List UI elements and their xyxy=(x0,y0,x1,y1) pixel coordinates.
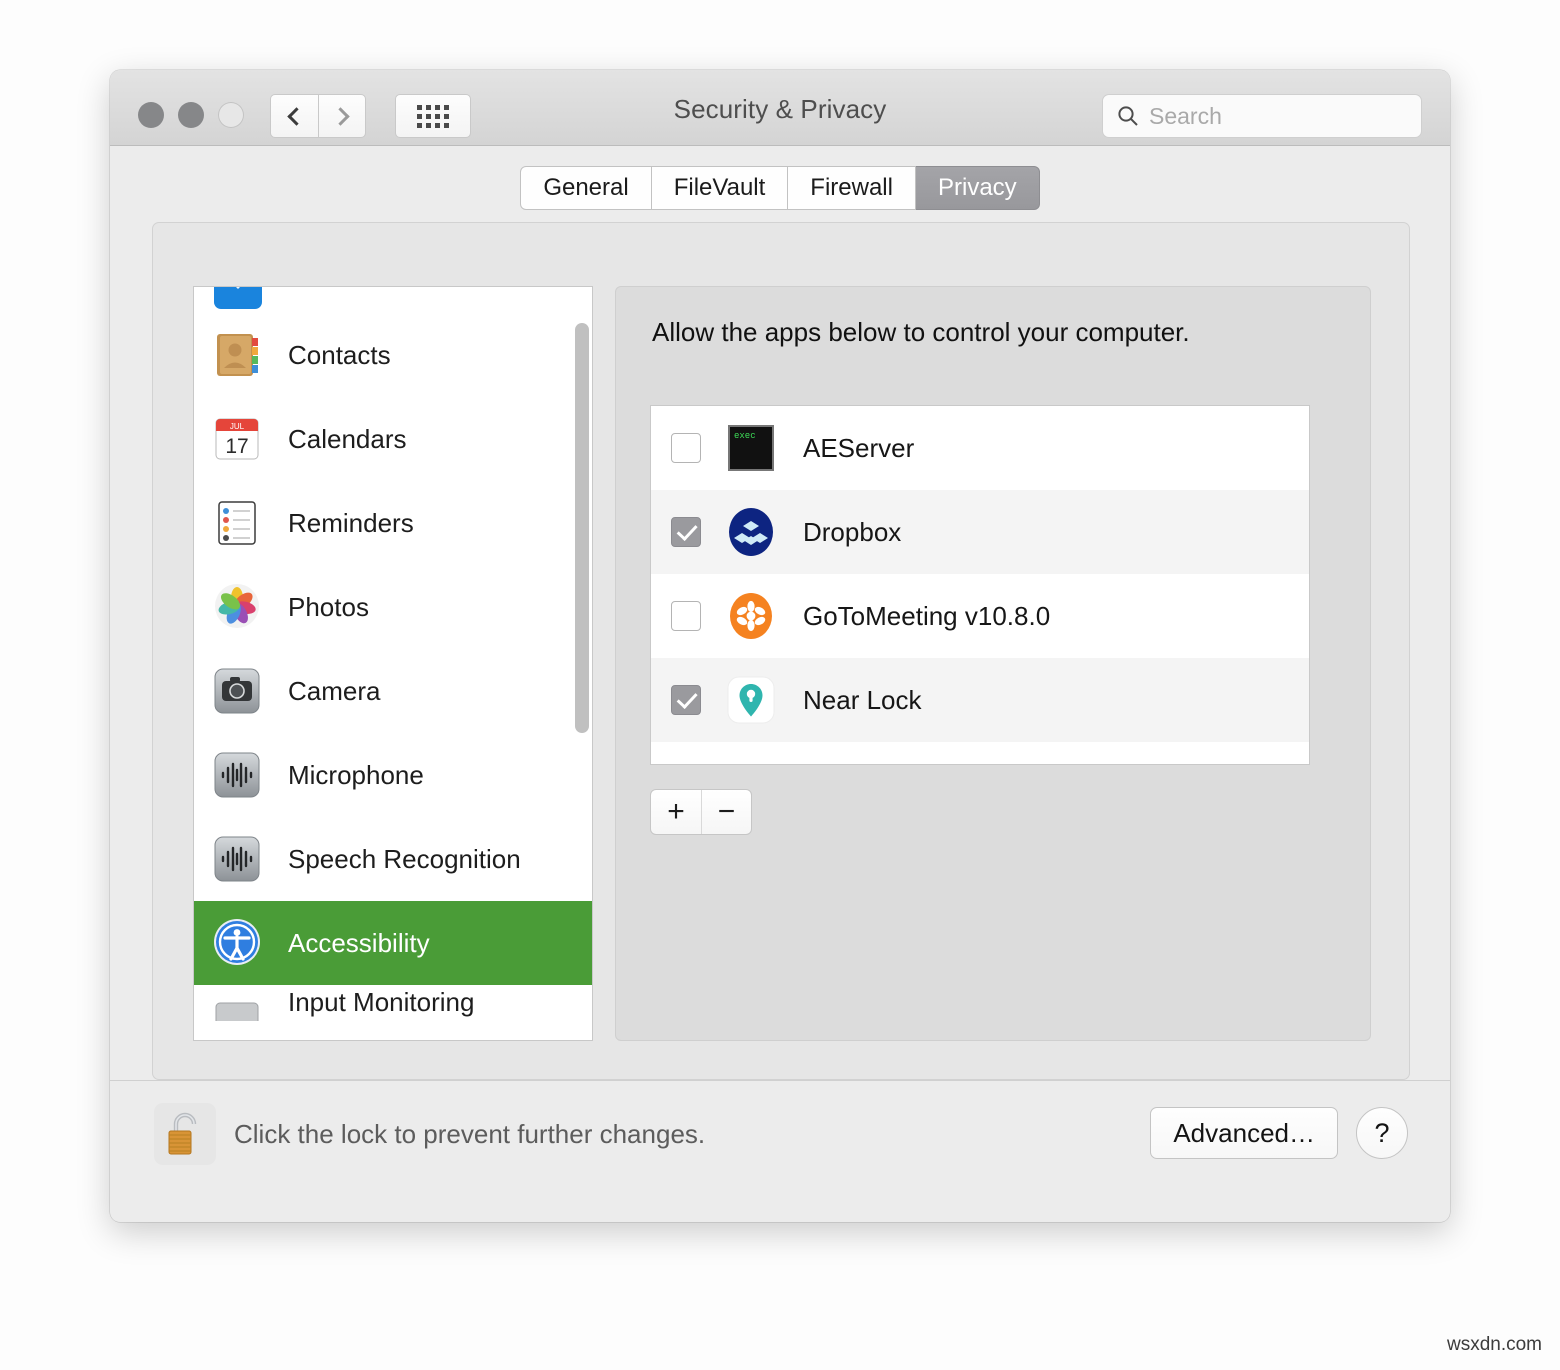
sidebar-item-label: Camera xyxy=(288,675,381,706)
remove-app-button[interactable]: − xyxy=(701,790,751,834)
add-app-button[interactable]: + xyxy=(651,790,701,834)
tab-bar: General FileVault Firewall Privacy xyxy=(110,166,1450,210)
gotomeeting-icon xyxy=(723,588,779,644)
dropbox-icon xyxy=(723,504,779,560)
sidebar-item-photos[interactable]: Photos xyxy=(194,565,592,649)
app-name: AEServer xyxy=(803,432,915,463)
app-permissions-panel: Allow the apps below to control your com… xyxy=(615,286,1371,1041)
sidebar-item-label: Calendars xyxy=(288,423,407,454)
input-monitoring-icon xyxy=(210,985,266,1021)
sidebar-item-contacts[interactable]: Contacts xyxy=(194,313,592,397)
tab-firewall[interactable]: Firewall xyxy=(788,166,916,210)
microphone-icon xyxy=(210,747,266,803)
search-field[interactable] xyxy=(1102,94,1422,138)
speech-recognition-icon xyxy=(210,831,266,887)
advanced-button[interactable]: Advanced… xyxy=(1150,1107,1338,1159)
sidebar-item-label: Accessibility xyxy=(288,927,430,958)
app-checkbox[interactable] xyxy=(671,517,701,547)
sidebar-scrollbar[interactable] xyxy=(575,323,589,733)
sidebar-item-microphone[interactable]: Microphone xyxy=(194,733,592,817)
sidebar-item-label: Contacts xyxy=(288,339,391,370)
contacts-icon xyxy=(210,327,266,383)
sidebar-item-files-and-folders[interactable] xyxy=(194,287,592,313)
search-icon xyxy=(1118,106,1138,126)
app-checkbox[interactable] xyxy=(671,601,701,631)
sidebar-item-label: Photos xyxy=(288,591,369,622)
svg-text:exec: exec xyxy=(734,431,756,441)
sidebar-item-camera[interactable]: Camera xyxy=(194,649,592,733)
calendar-icon: JUL 17 xyxy=(210,411,266,467)
app-name: Near Lock xyxy=(803,684,922,715)
help-button[interactable]: ? xyxy=(1356,1107,1408,1159)
privacy-category-list[interactable]: Contacts JUL 17 Calendars Reminders Phot… xyxy=(193,286,593,1041)
list-item[interactable]: Near Lock xyxy=(651,658,1309,742)
sidebar-item-label: Input Monitoring xyxy=(288,987,475,1017)
list-item[interactable]: GoToMeeting v10.8.0 xyxy=(651,574,1309,658)
app-checkbox[interactable] xyxy=(671,685,701,715)
near-lock-pin-icon xyxy=(723,672,779,728)
preferences-window: Security & Privacy General FileVault Fir… xyxy=(110,70,1450,1222)
tab-filevault[interactable]: FileVault xyxy=(651,166,789,210)
watermark: wsxdn.com xyxy=(1446,1334,1542,1355)
app-name: Dropbox xyxy=(803,516,902,547)
tab-privacy[interactable]: Privacy xyxy=(915,166,1040,210)
tab-general[interactable]: General xyxy=(520,166,652,210)
reminders-icon xyxy=(210,495,266,551)
list-item[interactable]: Dropbox xyxy=(651,490,1309,574)
add-remove-button-group: + − xyxy=(650,789,752,835)
padlock-open-icon xyxy=(168,1112,197,1155)
window-titlebar: Security & Privacy xyxy=(110,70,1450,146)
sidebar-item-label: Speech Recognition xyxy=(288,843,521,874)
svg-text:JUL: JUL xyxy=(230,422,245,431)
app-checkbox[interactable] xyxy=(671,433,701,463)
camera-icon xyxy=(210,663,266,719)
files-and-folders-icon xyxy=(210,287,266,313)
sidebar-item-reminders[interactable]: Reminders xyxy=(194,481,592,565)
search-input[interactable] xyxy=(1149,102,1379,130)
window-bottom-bar: Click the lock to prevent further change… xyxy=(110,1080,1450,1222)
terminal-exec-icon: exec xyxy=(723,420,779,476)
sidebar-item-calendars[interactable]: JUL 17 Calendars xyxy=(194,397,592,481)
lock-button[interactable] xyxy=(154,1103,216,1165)
privacy-pane: Contacts JUL 17 Calendars Reminders Phot… xyxy=(152,222,1410,1080)
photos-icon xyxy=(210,579,266,635)
accessibility-icon xyxy=(210,915,266,971)
sidebar-item-accessibility[interactable]: Accessibility xyxy=(194,901,592,985)
app-permission-list[interactable]: exec AEServer Dropbox GoToMeeting v10.8.… xyxy=(650,405,1310,765)
panel-description: Allow the apps below to control your com… xyxy=(652,317,1190,347)
app-name: GoToMeeting v10.8.0 xyxy=(803,600,1051,631)
sidebar-item-label: Reminders xyxy=(288,507,414,538)
lock-status-text: Click the lock to prevent further change… xyxy=(234,1119,706,1149)
list-item[interactable]: exec AEServer xyxy=(651,406,1309,490)
svg-text:17: 17 xyxy=(225,435,248,458)
sidebar-item-input-monitoring[interactable]: Input Monitoring xyxy=(194,985,592,1021)
sidebar-item-label: Microphone xyxy=(288,759,424,790)
sidebar-item-speech-recognition[interactable]: Speech Recognition xyxy=(194,817,592,901)
